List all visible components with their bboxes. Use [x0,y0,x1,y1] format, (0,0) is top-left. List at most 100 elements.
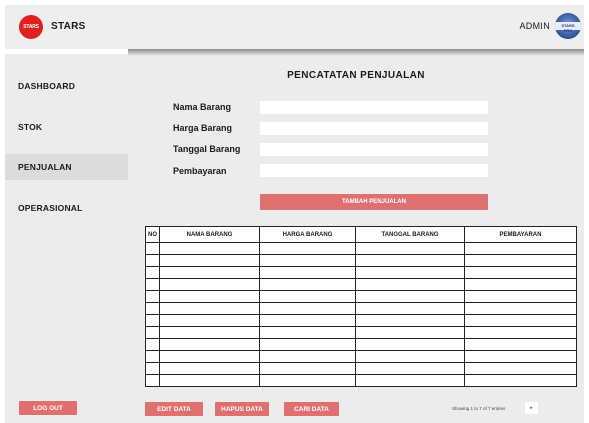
table-cell [145,278,160,291]
table-cell [159,326,260,339]
user-label[interactable]: ADMIN [520,21,551,31]
table-cell [355,278,465,291]
column-header-no[interactable]: NO [145,226,160,243]
brand-name: STARS [51,21,86,32]
table-cell [355,254,465,267]
table-cell [464,350,577,363]
table-row[interactable] [145,254,577,267]
table-header-row: NO NAMA BARANG HARGA BARANG TANGGAL BARA… [145,226,577,243]
column-header-harga-barang[interactable]: HARGA BARANG [259,226,356,243]
table-body [145,242,577,387]
table-cell [464,254,577,267]
table-cell [259,314,356,327]
next-page-button[interactable]: ▸ [525,402,538,414]
column-header-tanggal-barang[interactable]: TANGGAL BARANG [355,226,465,243]
table-cell [159,254,260,267]
column-header-pembayaran[interactable]: PEMBAYARAN [464,226,577,243]
sidebar: DASHBOARD STOK PENJUALAN OPERASIONAL LOG… [5,54,128,423]
chevron-right-icon: ▸ [530,405,533,411]
pembayaran-input[interactable] [260,164,488,177]
cari-data-button[interactable]: CARI DATA [284,402,339,416]
table-cell [259,326,356,339]
table-cell [464,266,577,279]
table-cell [355,350,465,363]
table-cell [464,326,577,339]
table-cell [259,254,356,267]
table-cell [145,314,160,327]
table-cell [355,314,465,327]
table-cell [464,290,577,303]
tanggal-barang-input[interactable] [260,143,488,156]
avatar-text: STARS PRO [561,23,575,33]
table-cell [259,374,356,387]
table-cell [259,290,356,303]
nama-barang-label: Nama Barang [173,102,232,112]
page-title: PENCATATAN PENJUALAN [287,70,425,81]
table-cell [145,302,160,315]
table-row[interactable] [145,302,577,315]
table-row[interactable] [145,350,577,363]
table-cell [159,290,260,303]
harga-barang-label: Harga Barang [173,123,233,133]
table-cell [464,314,577,327]
table-cell [355,266,465,279]
table-cell [159,374,260,387]
harga-barang-input[interactable] [260,122,488,135]
nama-barang-input[interactable] [260,101,488,114]
table-row[interactable] [145,326,577,339]
table-row[interactable] [145,362,577,375]
table-cell [355,290,465,303]
sidebar-item-stok[interactable]: STOK [5,114,128,140]
table-cell [259,350,356,363]
table-cell [159,338,260,351]
sales-table: NO NAMA BARANG HARGA BARANG TANGGAL BARA… [145,226,577,387]
table-cell [259,362,356,375]
table-row[interactable] [145,374,577,387]
header-shadow [128,49,584,56]
table-cell [259,266,356,279]
table-cell [355,302,465,315]
sidebar-item-operasional[interactable]: OPERASIONAL [5,195,128,221]
table-row[interactable] [145,266,577,279]
logout-button[interactable]: LOG OUT [19,401,77,415]
table-row[interactable] [145,290,577,303]
table-cell [145,242,160,255]
table-cell [259,278,356,291]
sidebar-item-penjualan[interactable]: PENJUALAN [5,154,128,180]
table-cell [259,302,356,315]
table-cell [464,362,577,375]
top-bar: STARS STARS ADMIN STARS PRO [5,5,584,49]
table-cell [159,242,260,255]
table-row[interactable] [145,278,577,291]
tambah-penjualan-button[interactable]: TAMBAH PENJUALAN [260,194,488,210]
tanggal-barang-label: Tanggal Barang [173,144,241,154]
table-cell [159,362,260,375]
table-row[interactable] [145,338,577,351]
table-cell [145,374,160,387]
table-cell [159,302,260,315]
pembayaran-label: Pembayaran [173,166,227,176]
hapus-data-button[interactable]: HAPUS DATA [215,402,269,416]
entries-info: Showing 1 to 7 of 7 entries [452,406,506,411]
sidebar-item-dashboard[interactable]: DASHBOARD [5,73,128,99]
table-cell [464,374,577,387]
table-cell [159,350,260,363]
table-cell [145,326,160,339]
table-cell [159,278,260,291]
table-cell [145,266,160,279]
table-cell [464,242,577,255]
table-cell [355,338,465,351]
table-cell [259,338,356,351]
column-header-nama-barang[interactable]: NAMA BARANG [159,226,260,243]
table-cell [259,242,356,255]
logo[interactable]: STARS [19,15,43,39]
edit-data-button[interactable]: EDIT DATA [145,402,203,416]
avatar[interactable]: STARS PRO [555,13,581,39]
table-cell [159,314,260,327]
table-cell [159,266,260,279]
table-row[interactable] [145,314,577,327]
table-row[interactable] [145,242,577,255]
table-cell [464,278,577,291]
table-cell [355,362,465,375]
table-cell [355,374,465,387]
